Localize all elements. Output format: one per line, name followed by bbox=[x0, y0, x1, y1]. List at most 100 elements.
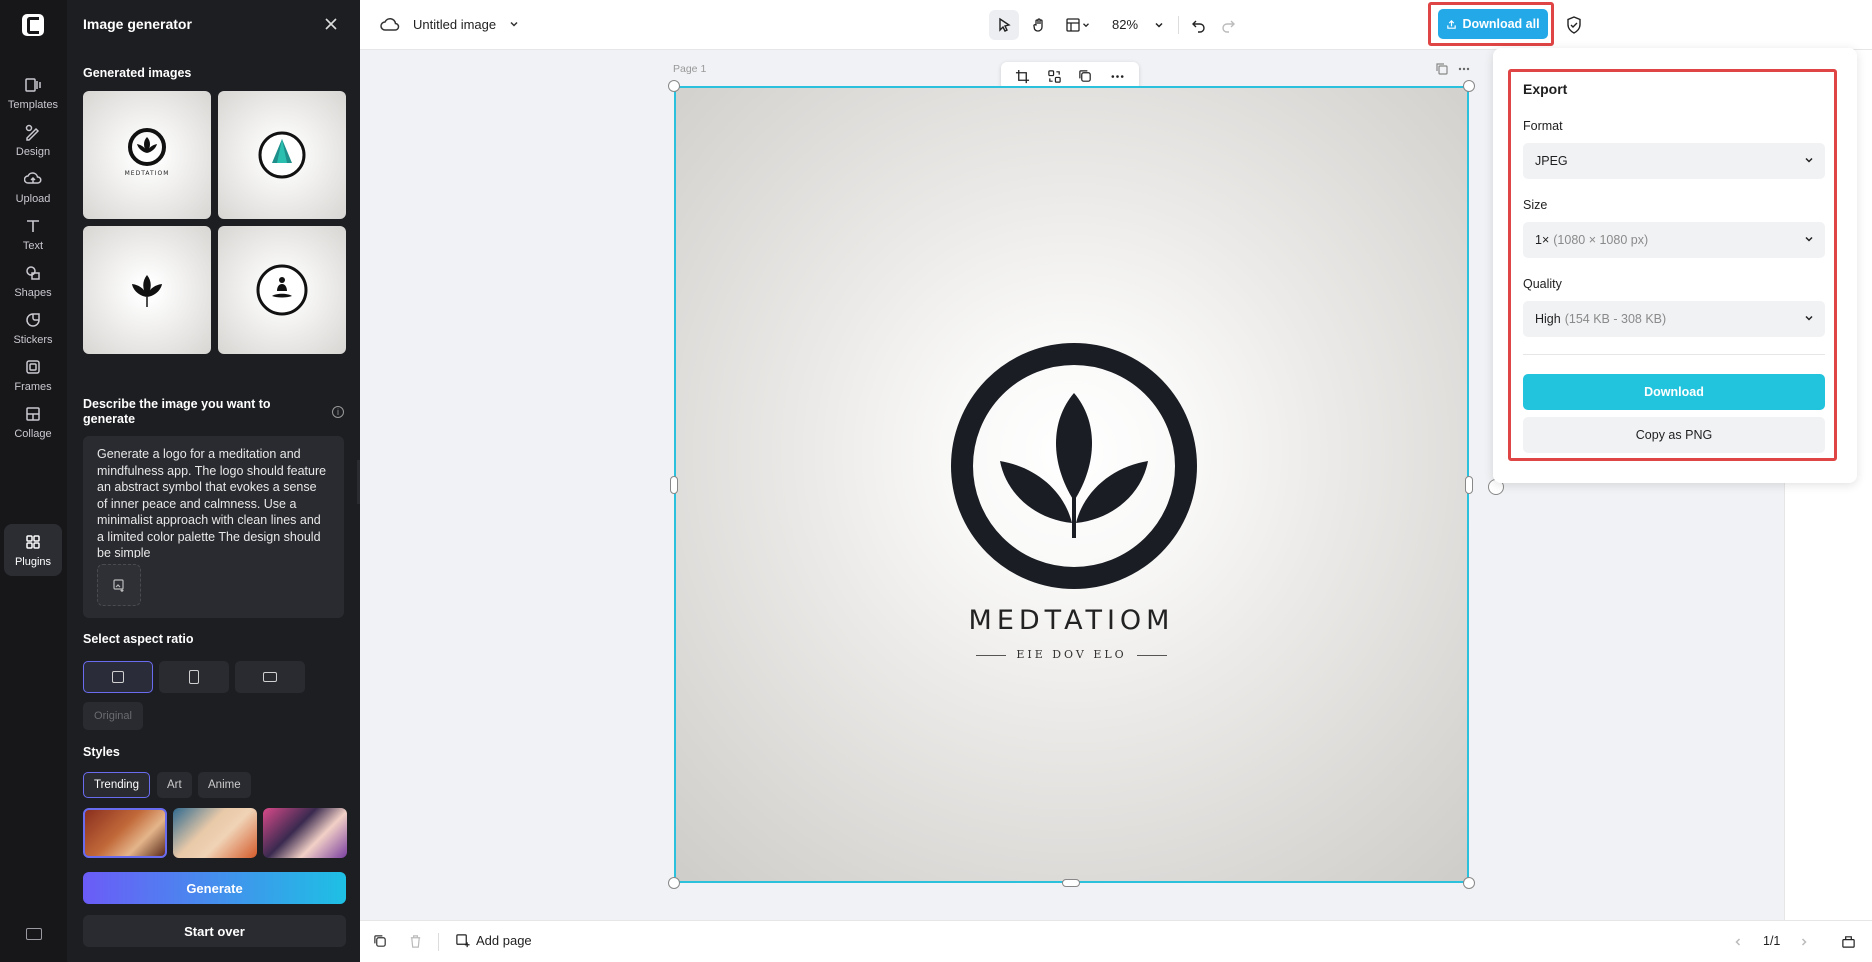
pointer-icon bbox=[999, 17, 1011, 32]
app-logo[interactable] bbox=[22, 14, 44, 36]
crop-icon[interactable] bbox=[1015, 69, 1030, 84]
frames-icon bbox=[26, 359, 40, 374]
page-label[interactable]: Page 1 bbox=[673, 63, 706, 75]
rail-item-label: Upload bbox=[15, 192, 51, 205]
generated-image-4[interactable] bbox=[218, 226, 346, 354]
prompt-text[interactable]: Generate a logo for a meditation and min… bbox=[97, 446, 330, 558]
replace-icon[interactable] bbox=[1047, 69, 1062, 84]
text-icon bbox=[27, 219, 39, 232]
divider bbox=[438, 933, 439, 951]
chevron-right-icon[interactable] bbox=[1798, 936, 1810, 948]
shapes-icon bbox=[26, 265, 40, 280]
select-tool-button[interactable] bbox=[989, 10, 1019, 40]
rail-item-shapes[interactable]: Shapes bbox=[4, 256, 62, 306]
style-preset-1[interactable] bbox=[83, 808, 167, 858]
add-reference-image-button[interactable] bbox=[97, 564, 141, 606]
start-over-button[interactable]: Start over bbox=[83, 915, 346, 947]
highlight-box bbox=[1508, 69, 1837, 461]
undo-button[interactable] bbox=[1186, 10, 1212, 40]
duplicate-icon[interactable] bbox=[1078, 69, 1093, 84]
style-tab-trending[interactable]: Trending bbox=[83, 772, 150, 798]
info-icon[interactable]: i bbox=[332, 406, 344, 418]
undo-icon bbox=[1192, 20, 1205, 33]
chevron-down-icon[interactable] bbox=[1153, 19, 1165, 31]
resize-handle-bottom[interactable] bbox=[1062, 879, 1080, 887]
more-icon[interactable] bbox=[1457, 62, 1471, 76]
hand-tool-button[interactable] bbox=[1024, 10, 1054, 40]
rail-item-label: Plugins bbox=[14, 555, 52, 568]
resize-handle-tl[interactable] bbox=[668, 80, 680, 92]
add-page-button[interactable]: Add page bbox=[455, 933, 532, 948]
meditation-logo bbox=[951, 343, 1197, 589]
upload-icon bbox=[24, 171, 42, 184]
style-preset-3[interactable] bbox=[263, 808, 347, 858]
page-counter: 1/1 bbox=[1763, 934, 1781, 948]
artboard[interactable]: MEDTATIOM EIE DOV ELO bbox=[674, 86, 1469, 883]
style-tab-art[interactable]: Art bbox=[157, 772, 192, 798]
more-icon[interactable] bbox=[1110, 69, 1125, 84]
close-icon[interactable] bbox=[323, 16, 339, 32]
style-tab-anime[interactable]: Anime bbox=[198, 772, 251, 798]
logo-tagline: EIE DOV ELO bbox=[1016, 648, 1127, 661]
keyboard-icon[interactable] bbox=[26, 928, 42, 940]
templates-icon bbox=[25, 77, 41, 92]
rail-item-label: Text bbox=[22, 239, 44, 252]
style-preset-2[interactable] bbox=[173, 808, 257, 858]
copy-page-icon[interactable] bbox=[1435, 62, 1449, 76]
hand-icon bbox=[1033, 18, 1043, 32]
resize-handle-tr[interactable] bbox=[1463, 80, 1475, 92]
redo-button[interactable] bbox=[1215, 10, 1241, 40]
ratio-landscape-button[interactable] bbox=[235, 661, 305, 693]
layers-icon[interactable] bbox=[1841, 934, 1856, 949]
portrait-ratio-icon bbox=[189, 670, 199, 684]
prompt-textarea[interactable]: Generate a logo for a meditation and min… bbox=[83, 436, 344, 618]
landscape-ratio-icon bbox=[263, 672, 277, 682]
image-generator-panel: Image generator Generated images MEDTATI… bbox=[67, 0, 360, 962]
plugins-icon bbox=[26, 534, 40, 549]
rail-item-upload[interactable]: Upload bbox=[4, 162, 62, 212]
aspect-ratio-label: Select aspect ratio bbox=[83, 632, 194, 646]
resize-handle-bl[interactable] bbox=[668, 877, 680, 889]
chevron-left-icon[interactable] bbox=[1732, 936, 1744, 948]
rail-item-collage[interactable]: Collage bbox=[4, 397, 62, 447]
ratio-original-button[interactable]: Original bbox=[83, 702, 143, 730]
rail-item-frames[interactable]: Frames bbox=[4, 350, 62, 400]
bottom-bar: Add page 1/1 bbox=[360, 920, 1872, 962]
ratio-portrait-button[interactable] bbox=[159, 661, 229, 693]
rail-item-templates[interactable]: Templates bbox=[4, 68, 62, 118]
layout-icon bbox=[1066, 18, 1080, 32]
stickers-icon bbox=[26, 312, 40, 327]
rail-item-design[interactable]: Design bbox=[4, 115, 62, 165]
generated-image-3[interactable] bbox=[83, 226, 211, 354]
image-plus-icon bbox=[113, 579, 124, 592]
generated-image-1[interactable]: MEDTATIOM bbox=[83, 91, 211, 219]
rail-item-stickers[interactable]: Stickers bbox=[4, 303, 62, 353]
generated-image-2[interactable] bbox=[218, 91, 346, 219]
trash-icon[interactable] bbox=[408, 934, 423, 949]
zoom-level[interactable]: 82% bbox=[1112, 17, 1138, 32]
chevron-down-icon bbox=[1083, 23, 1089, 28]
rail-item-plugins[interactable]: Plugins bbox=[4, 524, 62, 576]
redo-icon bbox=[1222, 20, 1235, 33]
resize-handle-left[interactable] bbox=[670, 476, 678, 494]
add-page-icon bbox=[456, 934, 470, 948]
panel-title: Image generator bbox=[83, 16, 192, 32]
shield-check-icon[interactable] bbox=[1566, 16, 1582, 34]
cloud-icon[interactable] bbox=[380, 16, 400, 34]
thumb-logo-4 bbox=[256, 264, 308, 316]
duplicate-page-icon[interactable] bbox=[373, 934, 388, 949]
rail-item-label: Templates bbox=[7, 98, 59, 111]
design-icon bbox=[25, 124, 40, 141]
rail-item-text[interactable]: Text bbox=[4, 209, 62, 259]
chevron-down-icon[interactable] bbox=[508, 18, 520, 30]
generated-images-label: Generated images bbox=[83, 66, 192, 80]
generate-button[interactable]: Generate bbox=[83, 872, 346, 904]
rail-item-label: Frames bbox=[14, 380, 52, 393]
styles-label: Styles bbox=[83, 745, 120, 759]
layout-menu-button[interactable] bbox=[1060, 10, 1096, 40]
resize-handle-right[interactable] bbox=[1465, 476, 1473, 494]
resize-handle-br[interactable] bbox=[1463, 877, 1475, 889]
ratio-square-button[interactable] bbox=[83, 661, 153, 693]
thumb-logo-1: MEDTATIOM bbox=[125, 128, 168, 177]
document-title[interactable]: Untitled image bbox=[413, 17, 496, 32]
